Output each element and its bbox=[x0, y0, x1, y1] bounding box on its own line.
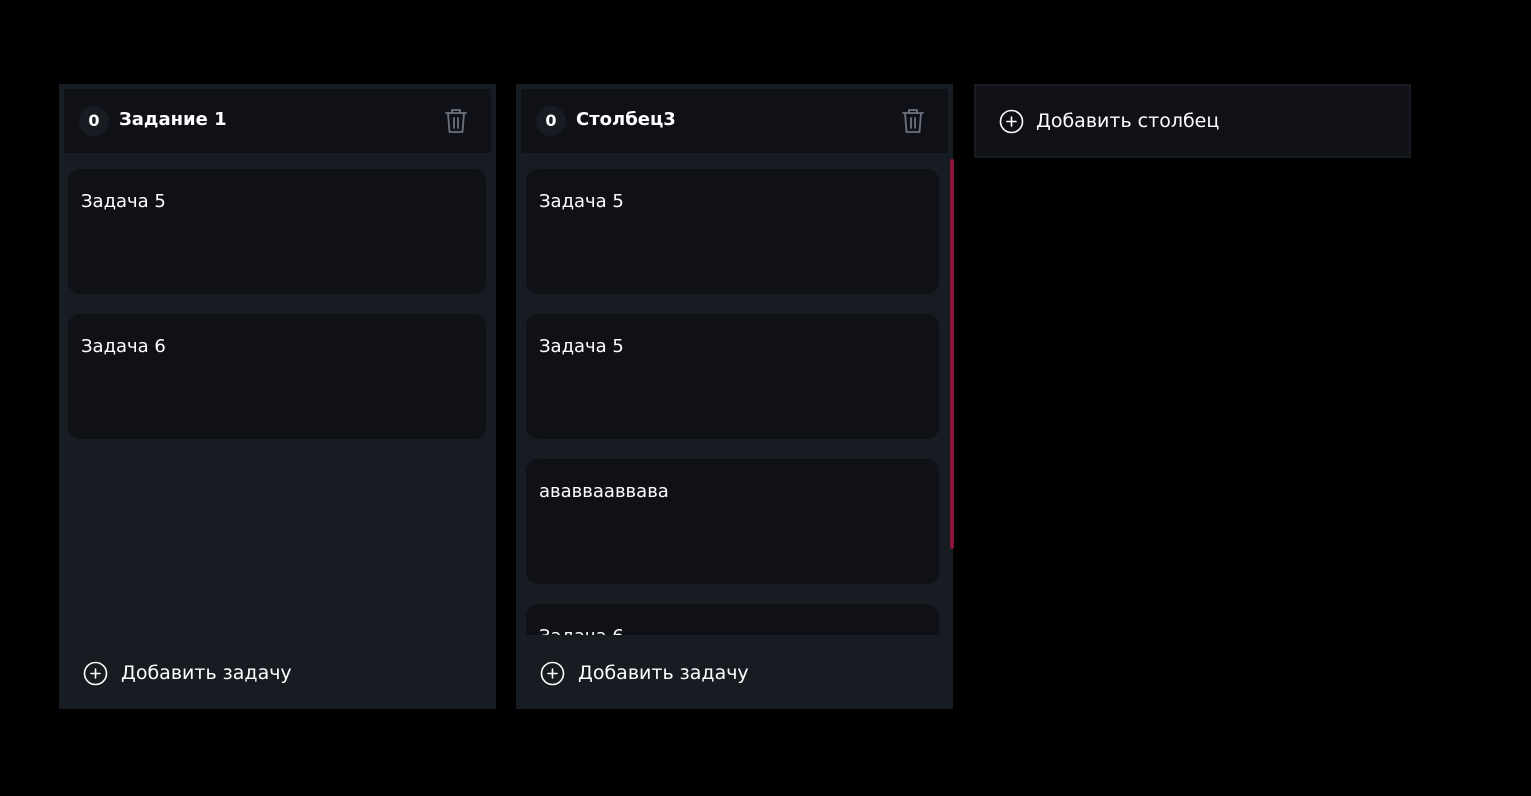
add-task-button[interactable]: Добавить задачу bbox=[83, 660, 292, 686]
add-task-label: Добавить задачу bbox=[121, 662, 292, 684]
plus-circle-icon bbox=[83, 661, 108, 685]
trash-icon bbox=[902, 109, 924, 133]
task-card-title: ававвааввава bbox=[539, 481, 669, 502]
task-card[interactable]: Задача 5 bbox=[526, 169, 939, 294]
column-title[interactable]: Задание 1 bbox=[119, 108, 227, 132]
task-card-title: Задача 6 bbox=[539, 626, 624, 635]
plus-circle-icon bbox=[999, 109, 1024, 133]
add-task-label: Добавить задачу bbox=[578, 662, 749, 684]
column: 0 Столбец3 Задача 5 Задача 5 ававвааввав… bbox=[516, 84, 954, 709]
task-card[interactable]: Задача 6 bbox=[68, 314, 486, 439]
add-column-button[interactable]: Добавить столбец bbox=[974, 84, 1411, 158]
delete-column-button[interactable] bbox=[441, 106, 471, 136]
task-card[interactable]: Задача 5 bbox=[526, 314, 939, 439]
column-header[interactable]: 0 Столбец3 bbox=[521, 89, 948, 153]
scrollbar-thumb[interactable] bbox=[950, 159, 954, 549]
card-list: Задача 5 Задача 6 bbox=[68, 169, 486, 635]
task-card[interactable]: Задача 6 bbox=[526, 604, 939, 635]
column-header[interactable]: 0 Задание 1 bbox=[64, 89, 491, 153]
plus-circle-icon bbox=[540, 661, 565, 685]
column-title[interactable]: Столбец3 bbox=[576, 108, 676, 132]
task-card-title: Задача 6 bbox=[81, 336, 166, 357]
task-card[interactable]: Задача 5 bbox=[68, 169, 486, 294]
task-count-badge: 0 bbox=[536, 106, 566, 136]
task-card-title: Задача 5 bbox=[539, 336, 624, 357]
delete-column-button[interactable] bbox=[898, 106, 928, 136]
add-column-label: Добавить столбец bbox=[1036, 110, 1220, 132]
task-card[interactable]: ававвааввава bbox=[526, 459, 939, 584]
task-card-title: Задача 5 bbox=[81, 191, 166, 212]
task-card-title: Задача 5 bbox=[539, 191, 624, 212]
column: 0 Задание 1 Задача 5 Задача 6 Добавить з… bbox=[59, 84, 496, 709]
kanban-board: 0 Задание 1 Задача 5 Задача 6 Добавить з… bbox=[0, 0, 1531, 796]
trash-icon bbox=[445, 109, 467, 133]
add-task-button[interactable]: Добавить задачу bbox=[540, 660, 749, 686]
task-count-badge: 0 bbox=[79, 106, 109, 136]
card-list[interactable]: Задача 5 Задача 5 ававвааввава Задача 6 bbox=[526, 169, 939, 635]
